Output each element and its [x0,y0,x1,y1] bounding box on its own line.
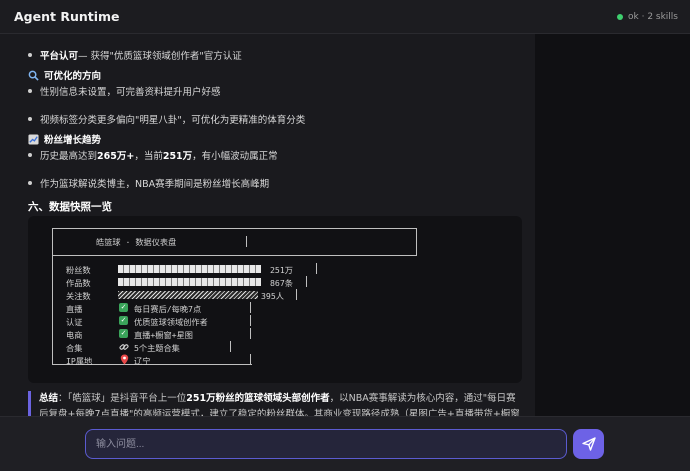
section-title: 六、数据快照一览 [28,201,112,213]
info-label: 直播 [66,304,83,314]
title-sep-line [246,236,247,247]
row-sep-line [296,289,297,300]
app-title: Agent Runtime [14,9,120,24]
stat-label: 关注数 [66,291,91,301]
bullet-icon [28,53,32,57]
subheading-fans: 粉丝增长趋势 [28,132,101,146]
stat-label: 粉丝数 [66,265,91,275]
info-value: 辽宁 [134,356,151,366]
stat-value: 867条 [270,278,293,288]
send-icon [581,437,596,451]
stat-label: 作品数 [66,278,91,288]
row-sep-line [250,302,251,313]
item-label: 平台认可 [40,51,79,62]
info-label: IP属地 [66,356,93,366]
stat-value: 251万 [270,265,293,275]
info-label: 合集 [66,343,83,353]
info-value: 5个主题合集 [134,343,180,353]
bullet-icon [28,181,32,185]
frame-left-line [52,256,53,364]
summary-quote: 总结：「皓篮球」是抖音平台上一位251万粉丝的篮球领域头部创作者，以NBA赛事解… [28,391,522,416]
input-bar [0,416,690,471]
list-item: 性别信息未设置，可完善资料提升用户好感 [28,84,221,98]
item-bold: 251万 [162,151,193,162]
item-text: 历史最高达到 [40,151,98,162]
send-button[interactable] [573,429,604,459]
summary-bold: 251万粉丝的篮球领域头部创作者 [186,393,330,404]
info-value: 直播+橱窗+星图 [134,330,193,340]
frame-left-line [52,228,53,256]
check-icon: ✓ [119,303,128,312]
list-item: 作为篮球解说类博主，NBA赛季期间是粉丝增长高峰期 [28,176,269,190]
stat-bar-works [118,278,261,286]
stat-value: 395人 [261,291,284,301]
item-bold: 265万+ [97,151,135,162]
info-label: 电商 [66,330,83,340]
row-sep-line [250,315,251,326]
status-indicator: ok · 2 skills [617,12,678,22]
bullet-icon [28,117,32,121]
list-item: 历史最高达到 265万+ ，当前 251万 ，有小幅波动属正常 [28,148,278,162]
list-item: 视频标签分类更多偏向"明星八卦"，可优化为更精准的体育分类 [28,112,305,126]
list-item: 平台认可 — 获得"优质篮球领域创作者"官方认证 [28,48,242,62]
chart-icon [28,133,39,145]
row-sep-line [250,328,251,339]
item-text: 作为篮球解说类博主，NBA赛季期间是粉丝增长高峰期 [40,179,270,190]
frame-divider-line [52,255,416,256]
check-icon: ✓ [119,329,128,338]
item-text: 性别信息未设置，可完善资料提升用户好感 [40,87,221,98]
subheading-optimize: 可优化的方向 [28,68,101,82]
info-label: 认证 [66,317,83,327]
info-value: 优质篮球领域创作者 [134,317,208,327]
chat-input[interactable] [85,429,567,459]
summary-text: ：「皓篮球」是抖音平台上一位 [58,393,187,404]
frame-right-line [416,228,417,256]
top-bar: Agent Runtime ok · 2 skills [0,0,690,34]
status-text: ok · 2 skills [628,11,678,22]
item-text: — 获得"优质篮球领域创作者"官方认证 [78,51,242,62]
frame-top-line [52,228,416,229]
pin-icon [120,354,129,365]
row-sep-line [306,276,307,287]
row-sep-line [230,341,231,352]
item-text: ，当前 [134,151,163,162]
subheading-text: 可优化的方向 [44,71,102,82]
magnifier-icon [28,70,39,81]
summary-label: 总结 [39,393,59,404]
message-content: 平台认可 — 获得"优质篮球领域创作者"官方认证 可优化的方向 性别信息未设置，… [14,34,535,416]
status-dot-icon [617,13,624,20]
snapshot-code-block: 皓篮球 · 数据仪表盘 粉丝数 251万 作品数 867条 关注数 395人 直… [28,216,522,383]
side-panel [535,34,690,416]
stat-bar-following [118,291,258,299]
item-text: ，有小幅波动属正常 [192,151,278,162]
check-icon: ✓ [119,316,128,325]
snapshot-title: 皓篮球 · 数据仪表盘 [96,237,177,247]
subheading-text: 粉丝增长趋势 [44,135,102,146]
bullet-icon [28,89,32,93]
info-value: 每日赛后/每晚7点 [134,304,202,314]
item-text: 视频标签分类更多偏向"明星八卦"，可优化为更精准的体育分类 [40,115,306,126]
row-sep-line [316,263,317,274]
row-sep-line [250,354,251,365]
bullet-icon [28,153,32,157]
stat-bar-fans [118,265,261,273]
link-icon [119,344,129,350]
